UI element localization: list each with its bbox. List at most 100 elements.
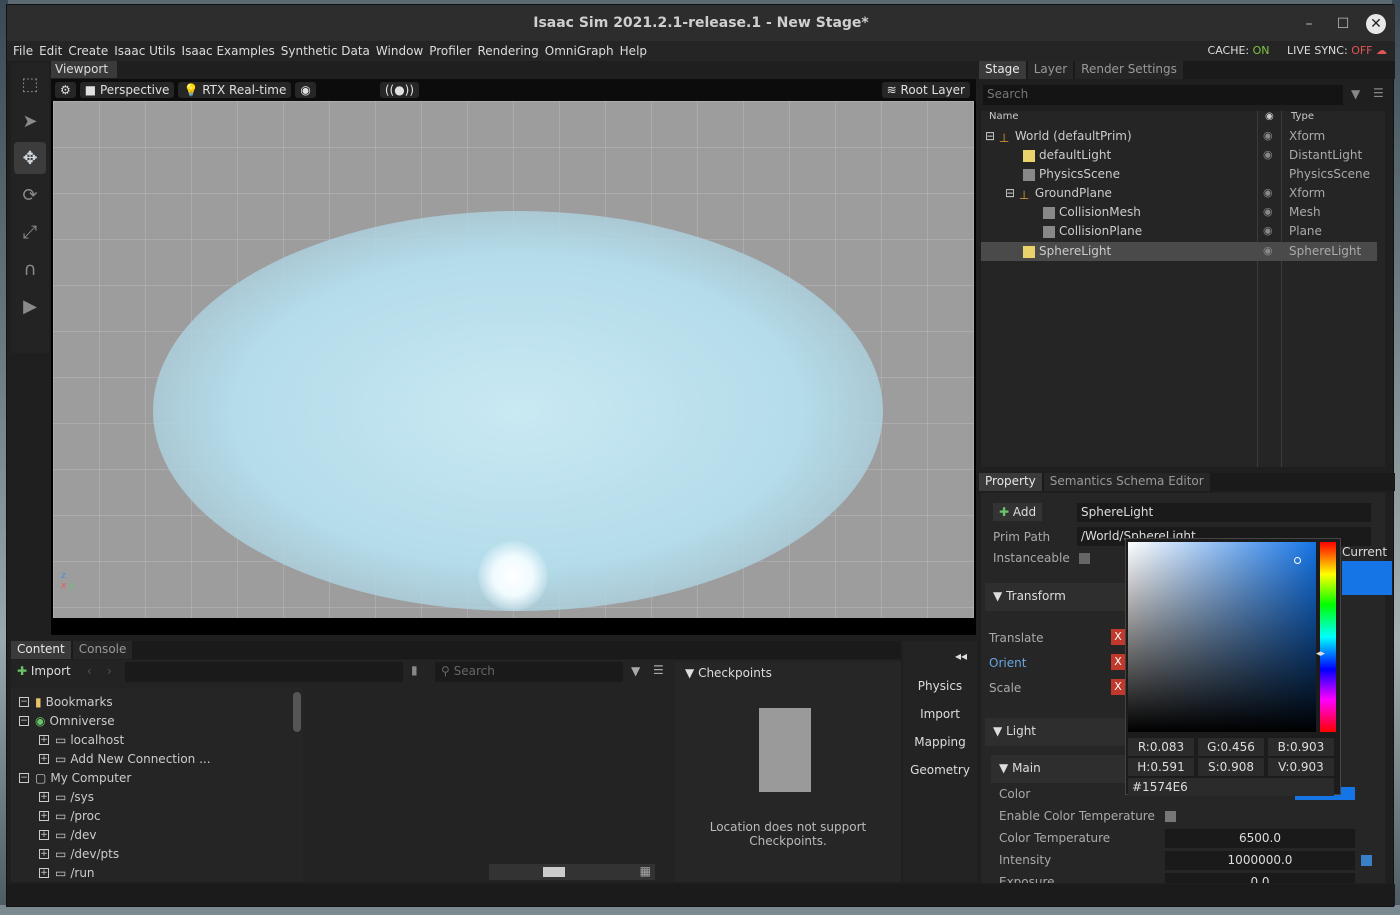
expand-icon[interactable]: + xyxy=(39,848,49,859)
stage-row[interactable]: CollisionPlane ◉ Plane xyxy=(981,222,1377,241)
tree-item-sys[interactable]: + ▭/sys xyxy=(39,787,94,806)
maximize-icon[interactable]: ☐ xyxy=(1333,14,1353,34)
x-axis-icon[interactable]: X xyxy=(1111,629,1125,645)
menu-create[interactable]: Create xyxy=(68,44,108,58)
tree-item-proc[interactable]: + ▭/proc xyxy=(39,806,101,825)
saturation-value-area[interactable] xyxy=(1128,542,1316,732)
cache-value[interactable]: ON xyxy=(1253,44,1270,57)
menu-help[interactable]: Help xyxy=(620,44,647,58)
x-axis-icon[interactable]: X xyxy=(1111,679,1125,695)
tree-item-omniverse[interactable]: − ◉ Omniverse xyxy=(19,711,115,730)
menu-rendering[interactable]: Rendering xyxy=(477,44,538,58)
bookmark-icon[interactable]: ▮ xyxy=(411,663,418,677)
checkpoints-header[interactable]: ▼ Checkpoints xyxy=(685,666,772,680)
collapse-icon[interactable]: ⊟ xyxy=(1005,186,1015,200)
tree-item-my-computer[interactable]: − ▢ My Computer xyxy=(19,768,131,787)
minimize-icon[interactable]: – xyxy=(1299,14,1319,34)
add-button[interactable]: ✚ Add xyxy=(993,503,1043,521)
filter-icon[interactable]: ▼ xyxy=(631,664,640,678)
stage-row[interactable]: ⊟ ⊥ GroundPlane ◉ Xform xyxy=(981,184,1377,203)
hue-handle-icon[interactable]: ◂▸ xyxy=(1316,649,1325,659)
saturation-value[interactable]: S:0.908 xyxy=(1198,758,1264,776)
menu-omnigraph[interactable]: OmniGraph xyxy=(545,44,614,58)
collapse-icon[interactable]: ⊟ xyxy=(985,129,995,143)
grid-view-icon[interactable]: ▦ xyxy=(640,864,651,878)
eye-icon[interactable]: ◉ xyxy=(1263,205,1273,218)
scale-icon[interactable]: ⤢ xyxy=(14,216,46,248)
intensity-field[interactable]: 1000000.0 xyxy=(1165,851,1355,870)
menu-window[interactable]: Window xyxy=(376,44,423,58)
menu-isaac-utils[interactable]: Isaac Utils xyxy=(114,44,175,58)
menu-isaac-examples[interactable]: Isaac Examples xyxy=(182,44,275,58)
transform-section[interactable]: ▼ Transform xyxy=(985,583,1125,611)
filter-icon[interactable]: ▼ xyxy=(1351,87,1360,101)
hue-value[interactable]: H:0.591 xyxy=(1128,758,1194,776)
enable-temp-checkbox[interactable] xyxy=(1165,811,1176,822)
menu-edit[interactable]: Edit xyxy=(39,44,62,58)
menu-icon[interactable]: ☰ xyxy=(1373,86,1384,100)
stage-row-selected[interactable]: SphereLight ◉ SphereLight xyxy=(981,242,1377,261)
expand-icon[interactable]: + xyxy=(39,753,49,764)
blue-value[interactable]: B:0.903 xyxy=(1268,738,1334,756)
expand-icon[interactable]: + xyxy=(39,791,49,802)
viewport-tab[interactable]: Viewport xyxy=(51,61,117,78)
stage-row[interactable]: ⊟ ⊥ World (defaultPrim) ◉ Xform xyxy=(981,127,1377,146)
instanceable-checkbox[interactable] xyxy=(1079,553,1090,564)
brightness-value[interactable]: V:0.903 xyxy=(1268,758,1334,776)
collapse-icon[interactable]: − xyxy=(19,772,29,783)
expand-icon[interactable]: + xyxy=(39,734,49,745)
stage-row[interactable]: CollisionMesh ◉ Mesh xyxy=(981,203,1377,222)
tree-item-add-connection[interactable]: + ▭ Add New Connection ... xyxy=(39,749,211,768)
nav-mapping[interactable]: Mapping xyxy=(907,731,973,753)
stage-row[interactable]: defaultLight ◉ DistantLight xyxy=(981,146,1377,165)
stage-row[interactable]: PhysicsScene PhysicsScene xyxy=(981,165,1377,184)
root-layer-button[interactable]: ≋ Root Layer xyxy=(881,82,970,98)
path-input[interactable] xyxy=(125,662,403,682)
forward-icon[interactable]: › xyxy=(107,664,112,678)
hex-value[interactable]: #1574E6 xyxy=(1128,778,1334,796)
content-search-input[interactable]: ⚲ Search xyxy=(435,662,623,682)
eye-icon[interactable]: ◉ xyxy=(1263,129,1273,142)
tree-item-dev-pts[interactable]: + ▭/dev/pts xyxy=(39,844,119,863)
eye-icon[interactable]: ◉ xyxy=(1263,244,1273,257)
intensity-keyframe-icon[interactable] xyxy=(1361,855,1372,866)
orient-label[interactable]: Orient xyxy=(989,656,1026,670)
stage-search-input[interactable]: Search xyxy=(983,85,1343,105)
eye-icon[interactable]: ◉ xyxy=(1263,148,1273,161)
select-arrow-icon[interactable]: ➤ xyxy=(14,105,46,137)
hue-slider[interactable] xyxy=(1320,542,1336,732)
tree-scrollbar[interactable] xyxy=(293,692,301,732)
move-icon[interactable]: ✥ xyxy=(14,142,46,174)
collapse-left-icon[interactable]: ◂◂ xyxy=(955,649,967,663)
expand-icon[interactable]: + xyxy=(39,810,49,821)
cloud-icon[interactable]: ☁ xyxy=(1376,44,1387,57)
live-sync-value[interactable]: OFF xyxy=(1351,44,1372,57)
color-temp-field[interactable]: 6500.0 xyxy=(1165,829,1355,848)
zoom-handle[interactable] xyxy=(543,867,565,877)
collapse-icon[interactable]: − xyxy=(19,696,29,707)
snap-icon[interactable]: ∩ xyxy=(14,253,46,285)
close-icon[interactable]: ✕ xyxy=(1366,14,1386,34)
scene-render[interactable]: zx y xyxy=(53,101,974,618)
menu-file[interactable]: File xyxy=(13,44,33,58)
back-icon[interactable]: ‹ xyxy=(87,664,92,678)
zoom-slider[interactable]: ▦ xyxy=(489,864,655,880)
tab-semantics[interactable]: Semantics Schema Editor xyxy=(1043,473,1210,491)
light-section[interactable]: ▼ Light xyxy=(985,718,1125,746)
broadcast-icon[interactable]: ((●)) xyxy=(379,82,420,98)
expand-icon[interactable]: + xyxy=(39,867,49,878)
visibility-eye-icon[interactable]: ◉ xyxy=(295,82,316,98)
prim-name-field[interactable]: SphereLight xyxy=(1077,503,1371,522)
play-icon[interactable]: ▶ xyxy=(14,290,46,322)
rotate-icon[interactable]: ⟳ xyxy=(14,179,46,211)
tree-item-bookmarks[interactable]: − ▮ Bookmarks xyxy=(19,692,113,711)
menu-synthetic-data[interactable]: Synthetic Data xyxy=(281,44,370,58)
main-section[interactable]: ▼ Main xyxy=(991,755,1131,783)
menu-icon[interactable]: ☰ xyxy=(653,663,664,677)
collapse-icon[interactable]: − xyxy=(19,715,29,726)
expand-icon[interactable]: + xyxy=(39,829,49,840)
x-axis-icon[interactable]: X xyxy=(1111,654,1125,670)
tab-stage[interactable]: Stage xyxy=(979,61,1026,79)
red-value[interactable]: R:0.083 xyxy=(1128,738,1194,756)
viewport[interactable]: ⚙ ■ Perspective 💡 RTX Real-time ◉ ((●)) … xyxy=(51,79,976,635)
